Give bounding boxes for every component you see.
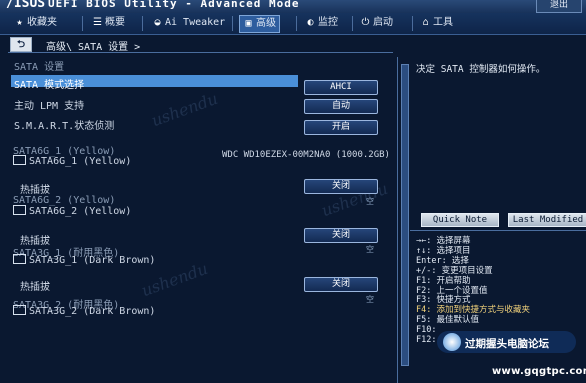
title-bar: /ISUS UEFI BIOS Utility - Advanced Mode … — [0, 0, 586, 13]
menu-separator — [296, 16, 297, 31]
drive-icon — [13, 305, 26, 315]
tab-label: 收藏夹 — [27, 17, 57, 28]
port-header: SATA6G_2 (Yellow) — [13, 195, 116, 206]
panel-divider — [397, 57, 398, 383]
port-device-label: SATA6G_2 (Yellow) — [29, 206, 132, 217]
tab-ai-tweaker[interactable]: ◒ Ai Tweaker — [152, 15, 225, 31]
menu-separator — [232, 16, 233, 31]
tab-label: Ai Tweaker — [165, 17, 226, 28]
menu-separator — [352, 16, 353, 31]
tab-label: 监控 — [318, 17, 338, 28]
hotplug-label[interactable]: 热插拔 — [20, 278, 50, 293]
hotplug-label[interactable]: 热插拔 — [20, 181, 50, 196]
advanced-icon: ▣ — [245, 18, 252, 29]
port-device-info: WDC WD10EZEX-00M2NA0 (1000.2GB) — [222, 150, 390, 160]
drive-icon — [13, 205, 26, 215]
back-arrow-icon: ⮌ — [16, 39, 25, 50]
port-status: 空 — [366, 245, 374, 254]
port-device-label: SATA3G_1 (Dark Brown) — [29, 255, 156, 266]
hotplug-select[interactable]: 关闭 — [304, 228, 378, 243]
port-device: SATA3G_2 (Dark Brown) — [13, 305, 156, 317]
scrollbar[interactable] — [401, 64, 409, 366]
port-device: SATA6G_2 (Yellow) — [13, 205, 132, 217]
breadcrumb: 高级\ SATA 设置 > — [46, 42, 141, 53]
tab-favorites[interactable]: ★ 收藏夹 — [14, 15, 57, 31]
monitor-icon: ◐ — [307, 17, 314, 28]
forum-logo-icon — [443, 333, 461, 351]
smart-label[interactable]: S.M.A.R.T.状态侦测 — [14, 117, 114, 132]
lpm-label[interactable]: 主动 LPM 支持 — [14, 97, 84, 112]
help-description: 决定 SATA 控制器如何操作。 — [416, 64, 546, 75]
sata-mode-label[interactable]: SATA 模式选择 — [14, 76, 84, 91]
tab-label: 启动 — [373, 17, 393, 28]
tab-label: 工具 — [433, 17, 453, 28]
hotplug-select[interactable]: 关闭 — [304, 179, 378, 194]
menu-separator — [142, 16, 143, 31]
tab-advanced[interactable]: ▣ 高级 — [239, 15, 280, 33]
drive-icon — [13, 155, 26, 165]
back-button[interactable]: ⮌ — [10, 37, 32, 52]
port-device: SATA6G_1 (Yellow) — [13, 155, 132, 167]
tab-overview[interactable]: ☰ 概要 — [92, 15, 125, 31]
port-status: 空 — [366, 197, 374, 206]
smart-select[interactable]: 开启 — [304, 120, 378, 135]
power-icon: ⏻ — [361, 17, 370, 28]
menu-separator — [82, 16, 83, 31]
port-device: SATA3G_1 (Dark Brown) — [13, 254, 156, 266]
port-device-label: SATA3G_2 (Dark Brown) — [29, 306, 156, 317]
exit-button[interactable]: 退出 — [536, 0, 582, 13]
sata-mode-select[interactable]: AHCI — [304, 80, 378, 95]
port-status: 空 — [366, 295, 374, 304]
last-modified-button[interactable]: Last Modified — [508, 213, 586, 227]
watermark-url: www.gqgtpc.com — [492, 366, 586, 377]
divider — [8, 52, 393, 53]
background-watermark: ushendu — [148, 88, 221, 131]
tab-tool[interactable]: ⌂ 工具 — [420, 15, 453, 31]
tab-label: 概要 — [105, 17, 125, 28]
drive-icon — [13, 254, 26, 264]
brand-logo: /ISUS — [6, 0, 46, 11]
tool-icon: ⌂ — [422, 17, 429, 28]
port-device-label: SATA6G_1 (Yellow) — [29, 156, 132, 167]
star-icon: ★ — [16, 17, 23, 28]
lpm-select[interactable]: 自动 — [304, 99, 378, 114]
window-title: UEFI BIOS Utility - Advanced Mode — [48, 0, 300, 10]
quick-note-button[interactable]: Quick Note — [421, 213, 499, 227]
hotplug-select[interactable]: 关闭 — [304, 277, 378, 292]
key-help-list: →←: 选择屏幕 ↑↓: 选择项目 Enter: 选择 +/-: 变更项目设置 F1: … — [416, 236, 530, 346]
menu-separator — [412, 16, 413, 31]
main-menu: ★ 收藏夹 ☰ 概要 ◒ Ai Tweaker ▣ 高级 ◐ 监控 ⏻ 启动 ⌂ 工具 — [0, 13, 586, 35]
list-icon: ☰ — [93, 17, 102, 28]
divider — [410, 230, 586, 231]
tab-boot[interactable]: ⏻ 启动 — [360, 15, 393, 31]
tab-label: 高级 — [256, 18, 276, 29]
section-title: SATA 设置 — [14, 62, 65, 73]
tweaker-icon: ◒ — [154, 17, 161, 28]
watermark-text: 过期握头电脑论坛 — [465, 338, 549, 350]
tab-monitor[interactable]: ◐ 监控 — [305, 15, 338, 31]
